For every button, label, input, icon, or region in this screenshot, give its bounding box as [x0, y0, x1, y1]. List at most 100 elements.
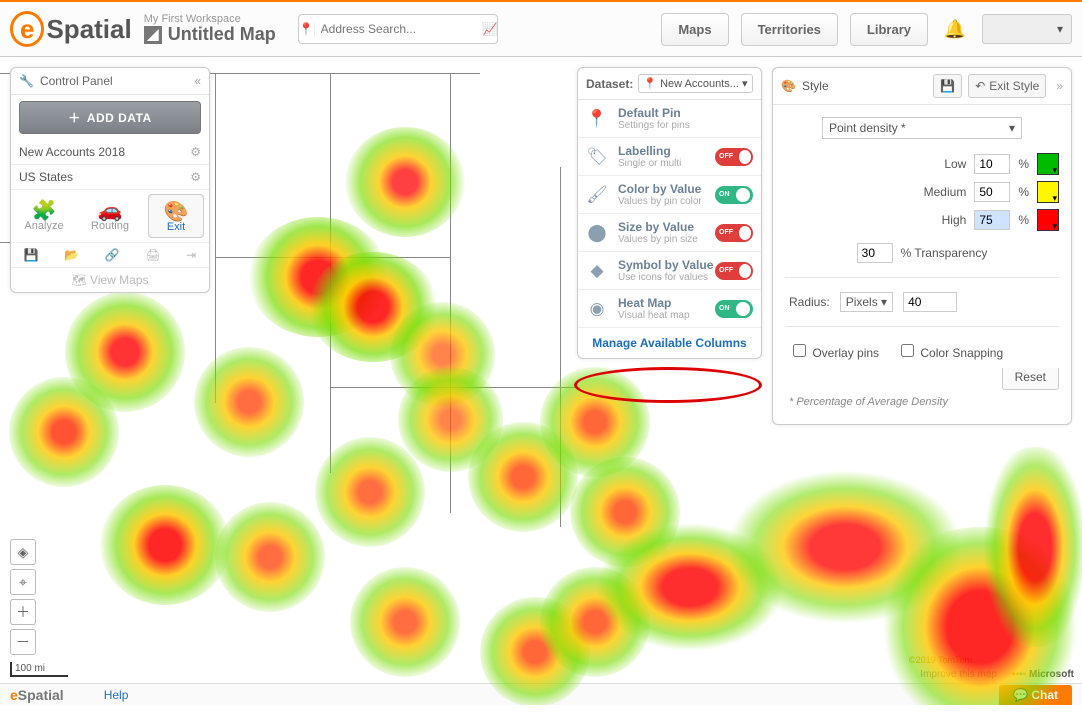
save-icon[interactable]: 💾 — [24, 248, 39, 262]
chevron-down-icon: ▾ — [1009, 121, 1015, 135]
item-sub: Settings for pins — [618, 120, 690, 131]
manage-columns-link[interactable]: Manage Available Columns — [592, 336, 746, 350]
item-title: Color by Value — [618, 182, 702, 196]
palette-icon: 🎨 — [164, 199, 189, 221]
style-heat-map[interactable]: ◉ Heat MapVisual heat map ON — [578, 290, 761, 328]
workspace-block: My First Workspace Untitled Map — [144, 13, 276, 45]
style-color-by-value[interactable]: 🖌 Color by ValueValues by pin color ON — [578, 176, 761, 214]
address-search[interactable]: 📍 📈 — [298, 14, 498, 44]
car-icon: 🚗 — [98, 198, 123, 220]
view-maps-label: View Maps — [90, 273, 148, 287]
style-symbol-by-value[interactable]: ◆ Symbol by ValueUse icons for values OF… — [578, 252, 761, 290]
toggle-labelling[interactable]: OFF — [715, 148, 753, 166]
gear-icon[interactable]: ⚙ — [190, 170, 201, 184]
medium-color-swatch[interactable] — [1037, 181, 1059, 203]
item-title: Size by Value — [618, 220, 698, 234]
style-default-pin[interactable]: 📍 Default PinSettings for pins — [578, 100, 761, 138]
unit-value: Pixels — [846, 295, 878, 309]
tool-label: Exit — [167, 221, 185, 233]
color-snapping-input[interactable] — [901, 344, 914, 357]
color-snapping-checkbox[interactable]: Color Snapping — [897, 341, 1003, 360]
toggle-size-value[interactable]: OFF — [715, 224, 753, 242]
bell-icon[interactable]: 🔔 — [940, 19, 970, 40]
search-input[interactable] — [315, 15, 482, 43]
improve-map-link[interactable]: Improve this map — [920, 669, 997, 680]
radius-unit-select[interactable]: Pixels ▾ — [840, 292, 893, 312]
route-add-icon[interactable]: 📈 — [482, 22, 498, 36]
density-note: * Percentage of Average Density — [785, 390, 1059, 408]
tilt-icon[interactable]: ◈ — [10, 539, 36, 565]
map-icon — [144, 26, 162, 44]
print-icon[interactable]: 🖨 — [145, 248, 160, 262]
tomtom-credit: ©2019 TomTom — [909, 655, 972, 665]
toggle-label: ON — [719, 305, 730, 312]
pin-plus-icon[interactable]: 📍 — [299, 22, 315, 36]
high-color-swatch[interactable] — [1037, 209, 1059, 231]
toggle-color-value[interactable]: ON — [715, 186, 753, 204]
tool-analyze[interactable]: 🧩Analyze — [16, 194, 72, 238]
heatmap-icon: ◉ — [586, 298, 608, 320]
nav-maps[interactable]: Maps — [661, 13, 728, 46]
low-color-swatch[interactable] — [1037, 153, 1059, 175]
layer-row[interactable]: US States ⚙ — [11, 165, 209, 190]
expand-icon[interactable]: » — [1056, 79, 1063, 93]
tool-exit[interactable]: 🎨Exit — [148, 194, 204, 238]
style-title: Style — [802, 79, 829, 93]
share-icon[interactable]: 🔗 — [105, 248, 120, 262]
help-link[interactable]: Help — [104, 688, 129, 702]
item-title: Labelling — [618, 144, 681, 158]
radius-input[interactable] — [903, 292, 957, 312]
item-title: Symbol by Value — [618, 258, 713, 272]
export-icon[interactable]: ⇥ — [186, 248, 196, 262]
toggle-heat-map[interactable]: ON — [715, 300, 753, 318]
nav-library[interactable]: Library — [850, 13, 928, 46]
map-canvas[interactable]: 🔧 Control Panel « ＋ ADD DATA New Account… — [0, 57, 1082, 705]
high-input[interactable] — [974, 210, 1010, 230]
dataset-selector[interactable]: 📍 New Accounts... ▾ — [638, 74, 753, 93]
style-labelling[interactable]: 🏷 LabellingSingle or multi OFF — [578, 138, 761, 176]
scale-bar: 100 mi — [10, 662, 68, 677]
transparency-input[interactable] — [857, 243, 893, 263]
palette-icon: 🎨 — [781, 79, 796, 93]
plus-icon: ＋ — [68, 109, 81, 126]
pin-icon: 📍 — [643, 77, 657, 90]
exit-style-button[interactable]: ↶Exit Style — [968, 74, 1046, 98]
dataset-label: Dataset: — [586, 77, 633, 91]
medium-input[interactable] — [974, 182, 1010, 202]
layer-row[interactable]: New Accounts 2018 ⚙ — [11, 140, 209, 165]
tool-routing[interactable]: 🚗Routing — [82, 194, 138, 238]
add-data-button[interactable]: ＋ ADD DATA — [19, 101, 201, 134]
layer-label: US States — [19, 170, 73, 184]
overlay-pins-input[interactable] — [793, 344, 806, 357]
view-maps-link[interactable]: 🗺 View Maps — [11, 268, 209, 292]
reset-button[interactable]: Reset — [1002, 368, 1059, 390]
medium-label: Medium — [911, 185, 966, 199]
item-title: Heat Map — [618, 296, 690, 310]
high-label: High — [911, 213, 966, 227]
open-icon[interactable]: 📂 — [64, 248, 79, 262]
nav-territories[interactable]: Territories — [741, 13, 838, 46]
density-mode-select[interactable]: Point density *▾ — [822, 117, 1022, 139]
user-dropdown[interactable]: ▾ — [982, 14, 1072, 44]
save-style-button[interactable]: 💾 — [933, 74, 962, 98]
gear-icon[interactable]: ⚙ — [190, 145, 201, 159]
snapping-label: Color Snapping — [920, 346, 1003, 360]
low-input[interactable] — [974, 154, 1010, 174]
chat-button[interactable]: 💬 Chat — [999, 685, 1072, 705]
brand-logo: eSpatial — [10, 14, 132, 45]
toggle-symbol-value[interactable]: OFF — [715, 262, 753, 280]
add-data-label: ADD DATA — [87, 111, 152, 125]
zoom-controls: ◈ ⌖ ＋ － — [10, 539, 36, 655]
zoom-out-button[interactable]: － — [10, 629, 36, 655]
collapse-icon[interactable]: « — [194, 74, 201, 88]
overlay-pins-checkbox[interactable]: Overlay pins — [789, 341, 879, 360]
style-size-by-value[interactable]: ⬤ Size by ValueValues by pin size OFF — [578, 214, 761, 252]
map-title[interactable]: Untitled Map — [168, 25, 276, 45]
zoom-in-button[interactable]: ＋ — [10, 599, 36, 625]
dataset-panel: Dataset: 📍 New Accounts... ▾ 📍 Default P… — [577, 67, 762, 359]
shapes-icon: ◆ — [586, 260, 608, 282]
dataset-selected: New Accounts... — [660, 78, 739, 90]
toggle-label: OFF — [719, 267, 733, 274]
locate-icon[interactable]: ⌖ — [10, 569, 36, 595]
radius-label: Radius: — [789, 295, 830, 309]
